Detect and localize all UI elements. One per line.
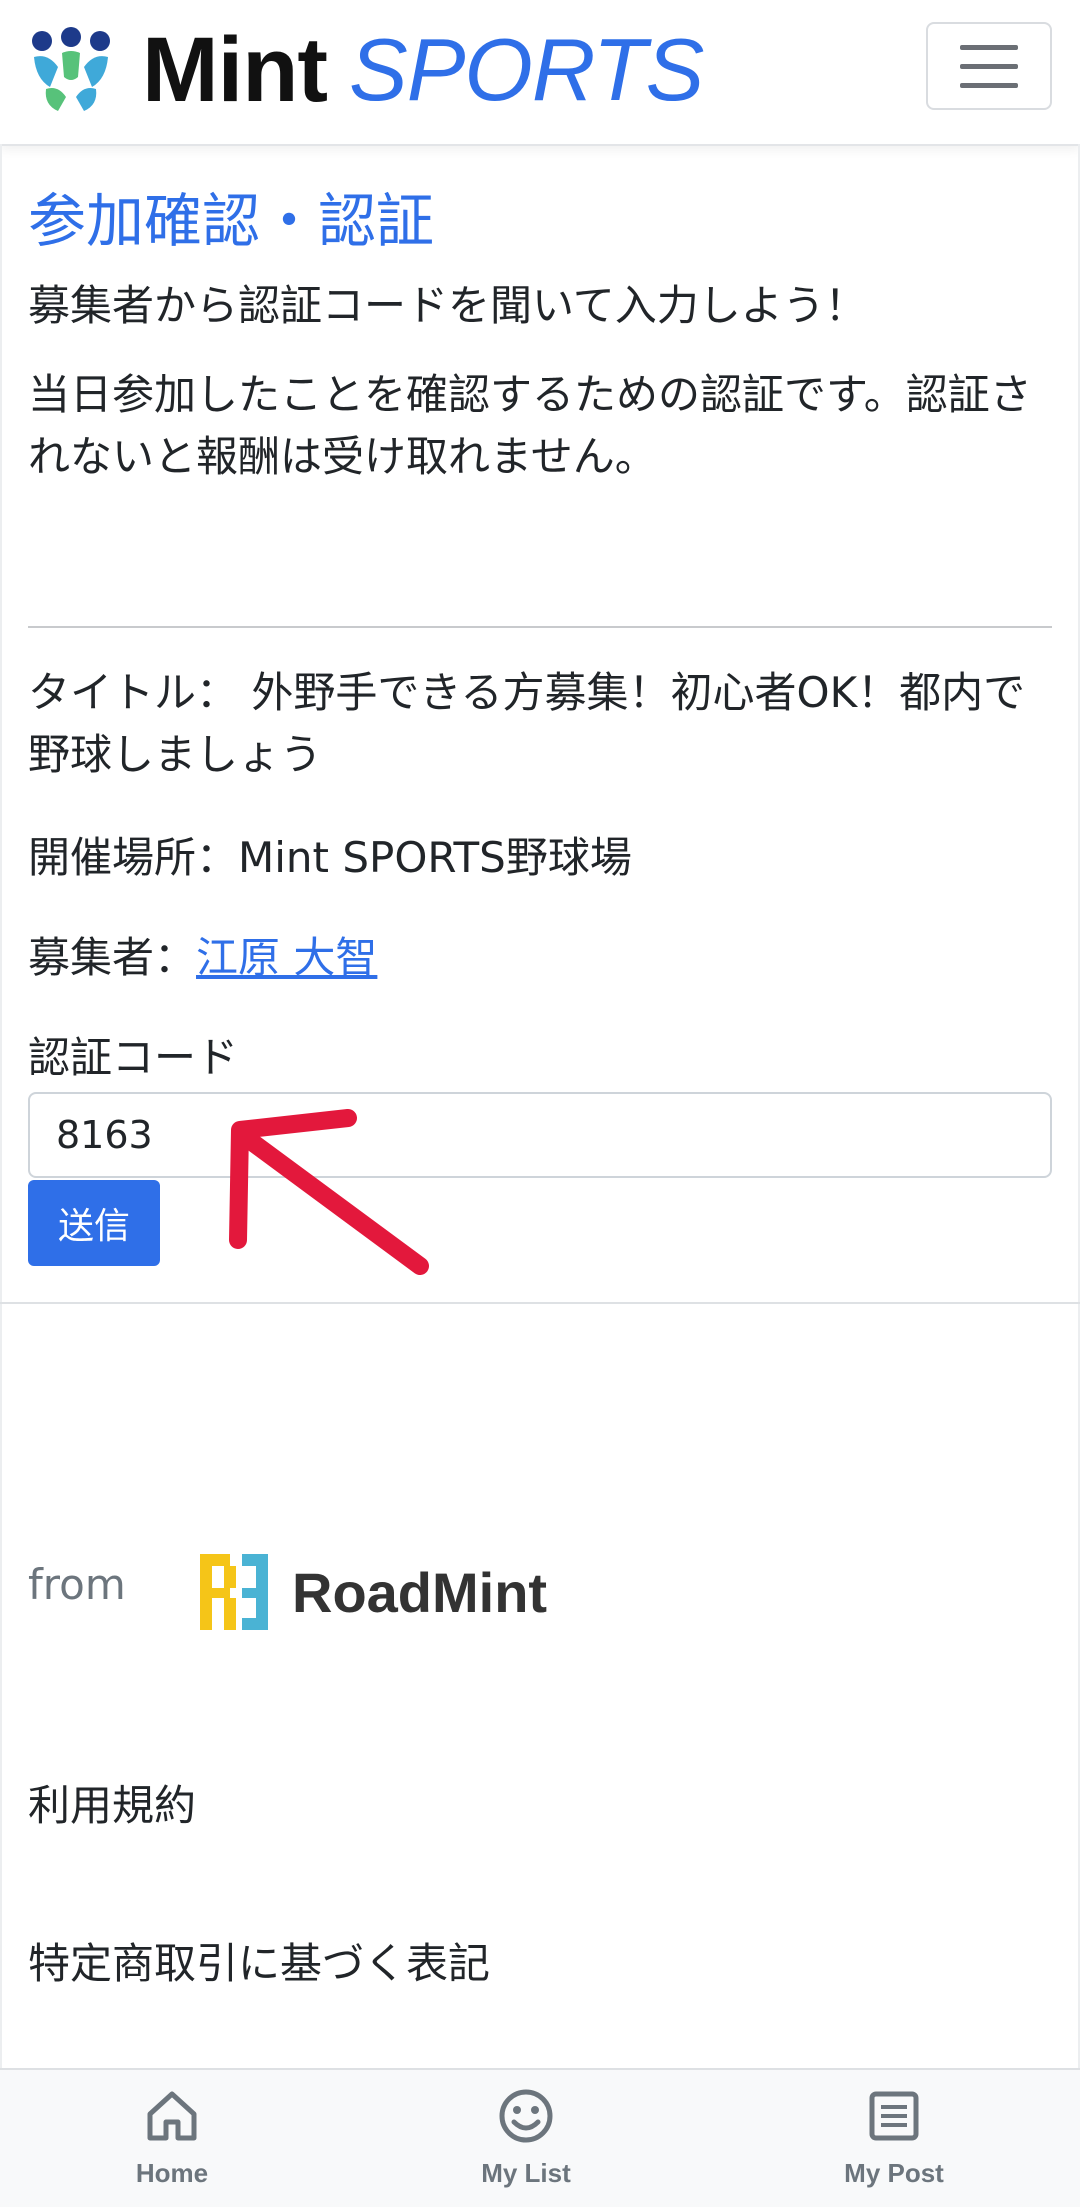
page-border-left <box>0 144 2 2068</box>
home-icon <box>147 2091 197 2141</box>
event-title: タイトル： 外野手できる方募集！初心者OK！都内で野球しましょう <box>28 668 1026 779</box>
mint-sports-logo-icon <box>32 27 110 111</box>
terms-link[interactable]: 利用規約 <box>28 1772 196 1833</box>
nav-my-post[interactable]: My Post <box>794 2086 994 2189</box>
event-organizer: 募集者：江原 大智 <box>28 924 377 985</box>
roadmint-logo-link[interactable]: RoadMint <box>198 1552 547 1632</box>
hamburger-line <box>960 63 1018 69</box>
brand-name-sports: SPORTS <box>349 20 704 119</box>
section-divider <box>28 626 1052 628</box>
smiley-icon <box>499 2089 553 2143</box>
hamburger-line <box>960 44 1018 50</box>
brand-logo-link[interactable]: Mint SPORTS <box>28 18 704 121</box>
page-description: 当日参加したことを確認するための認証です。認証されないと報酬は受け取れません。 <box>28 370 1032 481</box>
from-label: from <box>28 1560 126 1609</box>
document-icon <box>869 2091 919 2141</box>
bottom-navigation: Home My List My Post <box>0 2068 1080 2207</box>
hamburger-line <box>960 82 1018 88</box>
roadmint-logo-icon <box>200 1554 268 1630</box>
auth-code-label: 認証コード <box>28 1033 239 1082</box>
roadmint-name: RoadMint <box>292 1560 548 1624</box>
auth-code-input[interactable] <box>28 1092 1052 1178</box>
nav-my-list[interactable]: My List <box>426 2086 626 2189</box>
hamburger-menu-button[interactable] <box>926 22 1052 110</box>
nav-home-label: Home <box>135 2158 209 2188</box>
legal-notice-link[interactable]: 特定商取引に基づく表記 <box>28 1930 490 1991</box>
nav-home[interactable]: Home <box>72 2086 272 2189</box>
submit-button[interactable]: 送信 <box>28 1180 160 1266</box>
nav-my-list-label: My List <box>481 2158 571 2188</box>
nav-my-post-label: My Post <box>844 2158 944 2188</box>
organizer-label: 募集者： <box>28 933 197 982</box>
page-subtitle: 募集者から認証コードを聞いて入力しよう！ <box>28 281 867 330</box>
page-title: 参加確認・認証 <box>28 187 435 255</box>
top-navbar: Mint SPORTS <box>0 0 1080 146</box>
event-venue: 開催場所：Mint SPORTS野球場 <box>28 833 632 882</box>
footer-divider <box>0 1302 1080 1304</box>
organizer-name-link[interactable]: 江原 大智 <box>196 933 377 982</box>
brand-name-mint: Mint <box>142 18 328 121</box>
